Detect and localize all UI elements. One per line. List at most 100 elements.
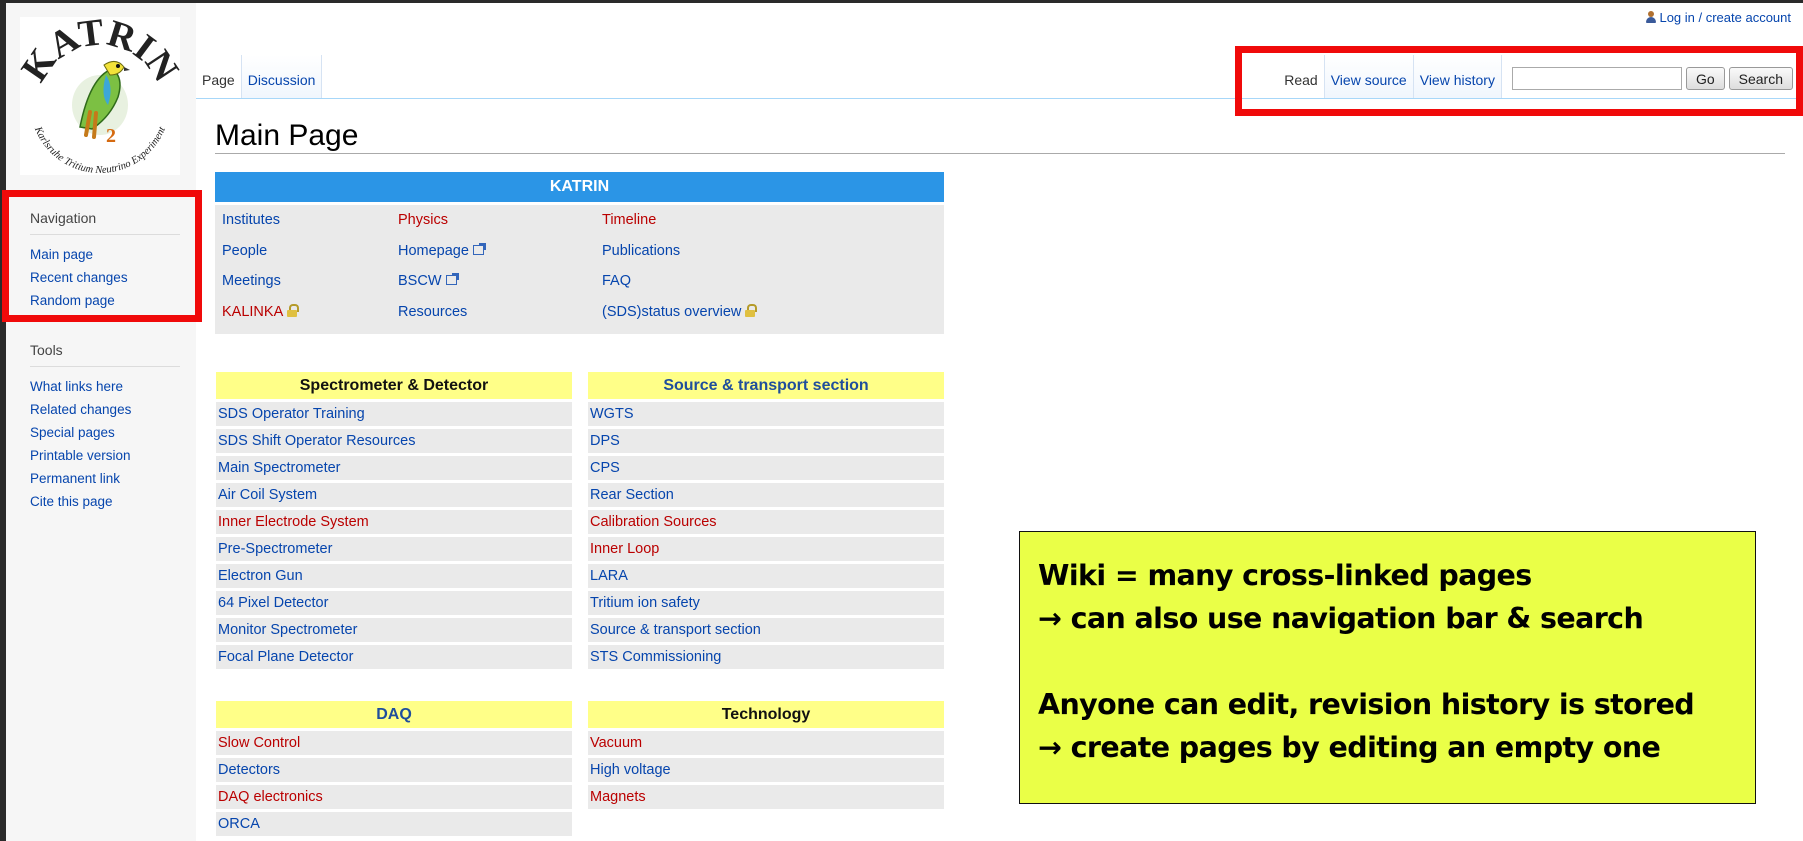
section-link[interactable]: STS Commissioning: [588, 645, 944, 669]
katrin-link-bscw[interactable]: BSCW: [398, 273, 459, 289]
section-source-transport: Source & transport section WGTS DPS CPS …: [588, 372, 944, 669]
navigation-portal: Navigation Main page Recent changes Rand…: [30, 210, 180, 312]
section-link[interactable]: LARA: [588, 564, 944, 588]
katrin-logo[interactable]: KATRIN Karlsruhe Tritium Neutrino Experi…: [13, 11, 186, 176]
section-link[interactable]: Inner Loop: [588, 537, 944, 561]
tab-page[interactable]: Page: [196, 55, 242, 98]
katrin-logo-image: KATRIN Karlsruhe Tritium Neutrino Experi…: [13, 11, 186, 176]
section-link[interactable]: Magnets: [588, 785, 944, 809]
section-link[interactable]: ORCA: [216, 812, 572, 836]
section-link[interactable]: 64 Pixel Detector: [216, 591, 572, 615]
section-link[interactable]: Rear Section: [588, 483, 944, 507]
section-link[interactable]: Source & transport section: [588, 618, 944, 642]
section-link[interactable]: Monitor Spectrometer: [216, 618, 572, 642]
katrin-link-meetings[interactable]: Meetings: [222, 273, 281, 289]
katrin-link-resources[interactable]: Resources: [398, 304, 467, 320]
section-heading: DAQ: [216, 701, 572, 728]
section-link[interactable]: Electron Gun: [216, 564, 572, 588]
section-link[interactable]: Calibration Sources: [588, 510, 944, 534]
section-link[interactable]: High voltage: [588, 758, 944, 782]
tools-what-links-here-link[interactable]: What links here: [30, 375, 180, 398]
section-link[interactable]: Air Coil System: [216, 483, 572, 507]
katrin-link-label: Institutes: [222, 212, 281, 228]
katrin-link-sds-status[interactable]: (SDS)status overview: [602, 304, 758, 320]
katrin-link-label: Meetings: [222, 273, 281, 289]
nav-random-page-link[interactable]: Random page: [30, 289, 180, 312]
katrin-links-grid: Institutes People Meetings KALINKA Physi…: [215, 205, 944, 334]
katrin-link-label: Resources: [398, 304, 468, 320]
title-divider: [215, 153, 1785, 154]
content-top-border: [196, 98, 1803, 99]
section-link[interactable]: Main Spectrometer: [216, 456, 572, 480]
section-technology: Technology Vacuum High voltage Magnets: [588, 701, 944, 809]
katrin-link-label: KALINKA: [222, 304, 284, 320]
lock-icon: [287, 304, 300, 317]
tools-cite-this-page-link[interactable]: Cite this page: [30, 490, 180, 513]
section-link[interactable]: Vacuum: [588, 731, 944, 755]
external-link-icon: [445, 273, 459, 285]
katrin-link-label: People: [222, 243, 268, 259]
tab-read[interactable]: Read: [1278, 55, 1325, 98]
katrin-link-people[interactable]: People: [222, 243, 267, 259]
section-link[interactable]: DPS: [588, 429, 944, 453]
section-link[interactable]: DAQ electronics: [216, 785, 572, 809]
katrin-link-physics[interactable]: Physics: [398, 212, 448, 228]
katrin-link-label: Timeline: [602, 212, 657, 228]
callout-line: → create pages by editing an empty one: [1038, 731, 1661, 764]
section-link[interactable]: Detectors: [216, 758, 572, 782]
annotation-callout: Wiki = many cross-linked pages → can als…: [1019, 531, 1756, 804]
go-button[interactable]: Go: [1685, 67, 1725, 90]
katrin-link-label: Publications: [602, 243, 681, 259]
nav-recent-changes-link[interactable]: Recent changes: [30, 266, 180, 289]
tools-portal: Tools What links here Related changes Sp…: [30, 342, 180, 513]
tab-view-history[interactable]: View history: [1413, 55, 1502, 98]
section-link[interactable]: Focal Plane Detector: [216, 645, 572, 669]
sidebar: KATRIN Karlsruhe Tritium Neutrino Experi…: [6, 3, 196, 841]
section-link[interactable]: SDS Shift Operator Resources: [216, 429, 572, 453]
katrin-link-institutes[interactable]: Institutes: [222, 212, 280, 228]
katrin-link-publications[interactable]: Publications: [602, 243, 680, 259]
search-input[interactable]: [1511, 67, 1682, 90]
section-spectrometer: Spectrometer & Detector SDS Operator Tra…: [216, 372, 572, 669]
tab-view-source[interactable]: View source: [1324, 55, 1414, 98]
section-heading: Spectrometer & Detector: [216, 372, 572, 399]
wiki-page: KATRIN Karlsruhe Tritium Neutrino Experi…: [6, 3, 1803, 841]
personal-tools: Log in / create account: [1646, 10, 1791, 25]
tools-printable-version-link[interactable]: Printable version: [30, 444, 180, 467]
katrin-heading: KATRIN: [215, 172, 944, 202]
katrin-link-label: FAQ: [602, 273, 632, 289]
katrin-link-label: Physics: [398, 212, 448, 228]
nav-main-page-link[interactable]: Main page: [30, 243, 180, 266]
katrin-link-homepage[interactable]: Homepage: [398, 243, 486, 259]
katrin-link-label: Homepage: [398, 243, 469, 259]
user-icon: [1646, 11, 1657, 23]
callout-line: Wiki = many cross-linked pages: [1038, 559, 1532, 592]
katrin-link-timeline[interactable]: Timeline: [602, 212, 656, 228]
search-button[interactable]: Search: [1728, 67, 1793, 90]
section-link[interactable]: SDS Operator Training: [216, 402, 572, 426]
tools-special-pages-link[interactable]: Special pages: [30, 421, 180, 444]
login-link[interactable]: Log in / create account: [1659, 10, 1791, 25]
tab-discussion[interactable]: Discussion: [241, 55, 323, 98]
katrin-link-kalinka[interactable]: KALINKA: [222, 304, 300, 320]
tools-related-changes-link[interactable]: Related changes: [30, 398, 180, 421]
tools-permanent-link[interactable]: Permanent link: [30, 467, 180, 490]
external-link-icon: [472, 243, 486, 255]
katrin-link-faq[interactable]: FAQ: [602, 273, 631, 289]
section-link[interactable]: Slow Control: [216, 731, 572, 755]
lock-icon: [745, 304, 758, 317]
page-title: Main Page: [215, 119, 359, 152]
section-link[interactable]: Pre-Spectrometer: [216, 537, 572, 561]
callout-line: Anyone can edit, revision history is sto…: [1038, 688, 1695, 721]
search-form: Go Search: [1502, 55, 1793, 98]
tools-heading: Tools: [30, 342, 180, 367]
section-link[interactable]: WGTS: [588, 402, 944, 426]
section-link[interactable]: Tritium ion safety: [588, 591, 944, 615]
section-link[interactable]: Inner Electrode System: [216, 510, 572, 534]
view-tabs: Read View source View history Go Search: [1278, 55, 1793, 98]
katrin-box: KATRIN Institutes People Meetings KALINK…: [215, 172, 944, 334]
section-link[interactable]: CPS: [588, 456, 944, 480]
katrin-link-label: BSCW: [398, 273, 442, 289]
katrin-link-label: (SDS)status overview: [602, 304, 742, 320]
section-heading: Source & transport section: [588, 372, 944, 399]
